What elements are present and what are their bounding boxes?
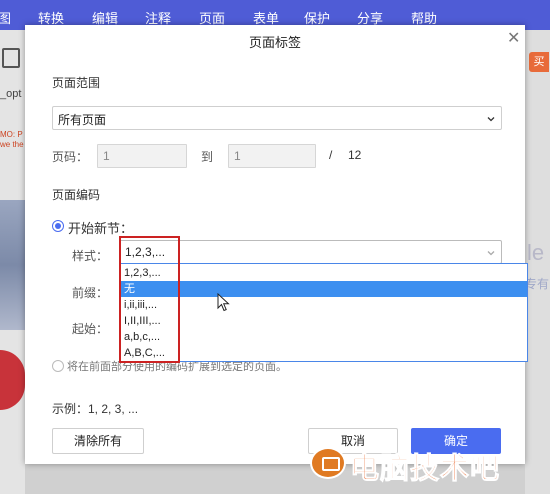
file-name: _opt (0, 88, 22, 100)
watermark-text: 电脑技术吧 (349, 451, 501, 486)
file-icon[interactable] (2, 48, 20, 68)
right-panel: 买 le 专有 (525, 30, 550, 494)
buy-badge[interactable]: 买 (529, 52, 549, 72)
page-text-fragment: MO: P we the (0, 130, 24, 149)
total-pages: 12 (348, 148, 362, 162)
style-option-selected[interactable]: 无 (120, 281, 527, 297)
page-from-input[interactable]: 1 (97, 144, 187, 168)
start-label: 起始： (72, 322, 109, 336)
dialog-title: 页面标签 (248, 35, 301, 50)
style-label: 样式： (72, 249, 109, 263)
to-label: 到 (201, 150, 214, 164)
watermark-logo-icon (310, 447, 346, 479)
left-panel: _opt MO: P we the (0, 30, 25, 494)
style-option[interactable]: A,B,C,... (120, 345, 527, 361)
clear-all-button[interactable]: 清除所有 (52, 428, 144, 454)
page-number-label: 页码： (52, 150, 89, 164)
close-icon[interactable]: ✕ (507, 31, 520, 47)
total-separator: / (329, 148, 333, 162)
style-dropdown-list: 1,2,3,... 无 i,ii,iii,... I,II,III,... a,… (119, 263, 528, 362)
style-value: 1,2,3,... (125, 245, 166, 259)
page-numbering-label: 页面编码 (52, 188, 101, 202)
page-to-value: 1 (234, 149, 241, 163)
chevron-down-icon (487, 117, 495, 122)
mouse-cursor-icon (217, 293, 230, 312)
style-option[interactable]: I,II,III,... (120, 313, 527, 329)
menu-item-view[interactable]: 图 (0, 8, 11, 27)
style-option[interactable]: i,ii,iii,... (120, 297, 527, 313)
faded-text: le (527, 240, 545, 265)
chevron-down-icon (487, 251, 495, 256)
page-range-value: 所有页面 (58, 113, 107, 127)
red-seal-image (0, 350, 25, 410)
page-range-label: 页面范围 (52, 76, 101, 90)
extend-numbering-radio[interactable] (52, 360, 64, 372)
new-section-label: 开始新节： (68, 221, 134, 236)
faded-text-2: 专有 (525, 277, 550, 291)
style-option[interactable]: 1,2,3,... (120, 265, 527, 281)
page-photo (0, 200, 25, 330)
style-option[interactable]: a,b,c,... (120, 329, 527, 345)
page-range-select[interactable]: 所有页面 (52, 106, 502, 130)
example-text: 示例：1, 2, 3, ... (52, 402, 139, 416)
page-from-value: 1 (103, 149, 110, 163)
style-select[interactable]: 1,2,3,... (119, 240, 502, 264)
prefix-label: 前缀： (72, 286, 109, 300)
page-labels-dialog: 页面标签 ✕ 页面范围 所有页面 页码： 1 到 1 / 12 页面编码 开始新… (25, 25, 528, 464)
page-to-input[interactable]: 1 (228, 144, 316, 168)
new-section-radio[interactable] (52, 220, 64, 232)
